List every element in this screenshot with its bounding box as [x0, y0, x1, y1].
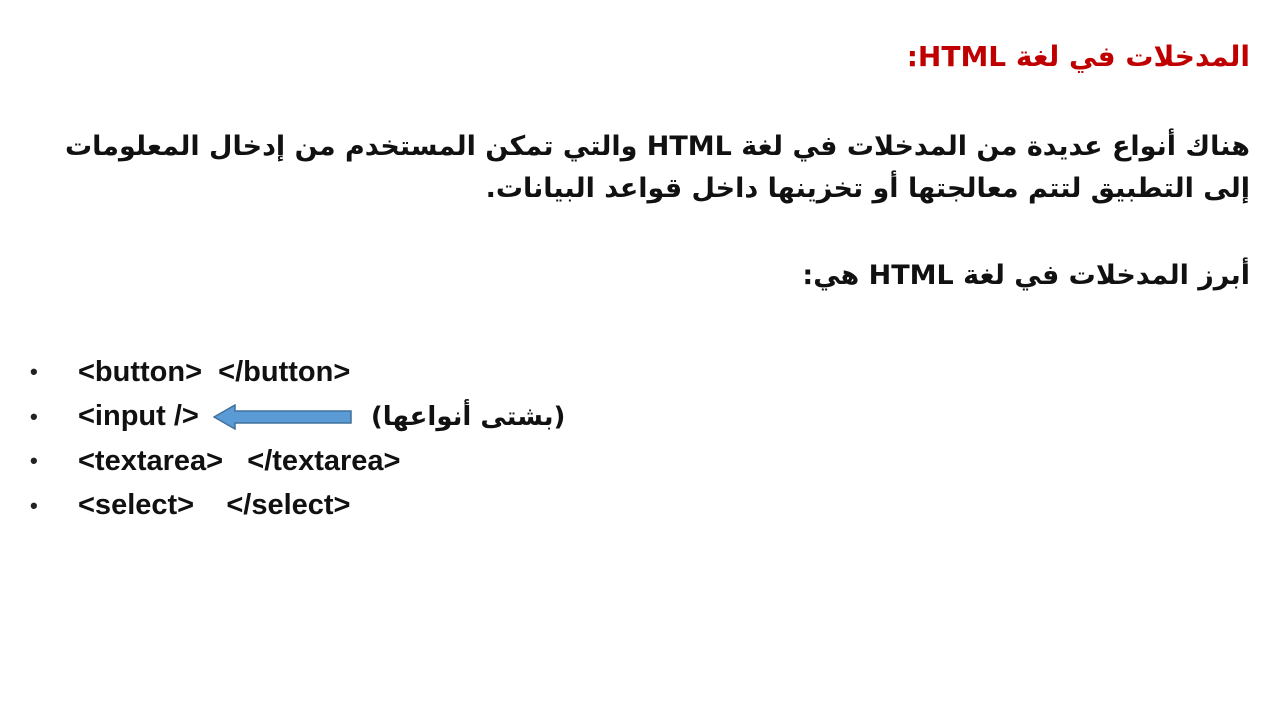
intro-paragraph: هناك أنواع عديدة من المدخلات في لغة HTML… — [64, 131, 1250, 204]
list-item: • <textarea> </textarea> — [30, 439, 565, 484]
input-types-note: (بشتى أنواعها) — [370, 401, 566, 432]
slide-title: المدخلات في لغة HTML: — [906, 40, 1250, 73]
bullet-icon: • — [30, 403, 38, 429]
input-tags-list: • <button> </button> • <input /> (بشتى أ… — [30, 350, 565, 528]
list-item: • <input /> (بشتى أنواعها) — [30, 395, 565, 440]
bullet-icon: • — [30, 448, 38, 474]
list-item: • <button> </button> — [30, 350, 565, 395]
code-textarea-tag: <textarea> </textarea> — [78, 444, 401, 477]
list-item: • <select> </select> — [30, 484, 565, 529]
bullet-icon: • — [30, 359, 38, 385]
list-intro: أبرز المدخلات في لغة HTML هي: — [802, 260, 1250, 291]
bullet-icon: • — [30, 492, 38, 518]
left-arrow-icon — [212, 403, 352, 430]
code-button-tag: <button> </button> — [78, 355, 351, 388]
code-input-tag: <input /> — [78, 400, 199, 433]
code-select-tag: <select> </select> — [78, 489, 351, 522]
